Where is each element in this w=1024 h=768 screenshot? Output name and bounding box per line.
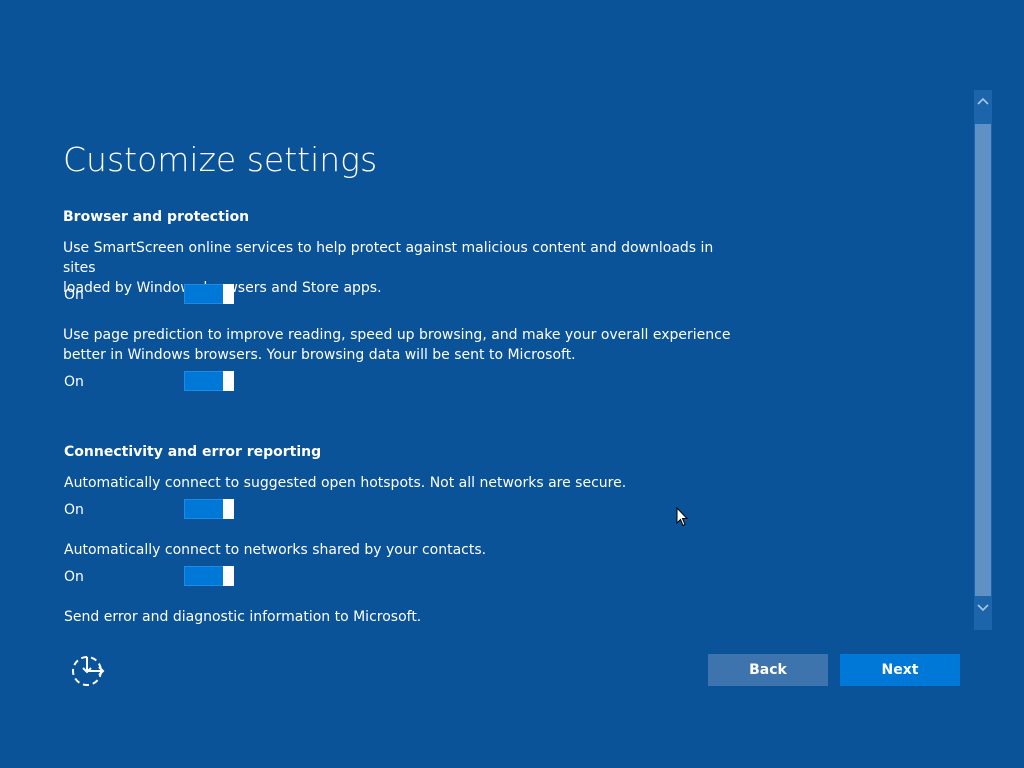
back-button[interactable]: Back <box>708 654 828 686</box>
page-prediction-description-line1: Use page prediction to improve reading, … <box>63 327 731 343</box>
section-heading-connectivity: Connectivity and error reporting <box>64 444 322 460</box>
contacts-networks-state-label: On <box>64 569 84 585</box>
hotspots-state-label: On <box>64 502 84 518</box>
page-prediction-description: Use page prediction to improve reading, … <box>63 325 743 365</box>
hotspots-toggle[interactable] <box>184 499 234 519</box>
smartscreen-description: Use SmartScreen online services to help … <box>63 238 743 298</box>
ease-of-access-icon[interactable] <box>70 654 106 688</box>
toggle-thumb <box>223 566 234 586</box>
hotspots-description-line1: Automatically connect to suggested open … <box>64 475 627 491</box>
contacts-networks-toggle[interactable] <box>184 566 234 586</box>
chevron-up-icon[interactable] <box>974 90 992 112</box>
contacts-networks-description: Automatically connect to networks shared… <box>64 540 744 560</box>
settings-scroll-region: Customize settings Browser and protectio… <box>0 0 1024 630</box>
toggle-thumb <box>223 284 234 304</box>
hotspots-description: Automatically connect to suggested open … <box>64 473 744 493</box>
section-heading-browser-protection: Browser and protection <box>63 209 250 225</box>
toggle-thumb <box>223 371 234 391</box>
mouse-pointer-icon <box>676 506 689 527</box>
smartscreen-description-line1: Use SmartScreen online services to help … <box>63 240 714 276</box>
page-prediction-toggle[interactable] <box>184 371 234 391</box>
page-prediction-description-line2: better in Windows browsers. Your browsin… <box>63 347 576 363</box>
oobe-customize-settings-page: Customize settings Browser and protectio… <box>0 0 1024 768</box>
chevron-down-icon[interactable] <box>974 597 992 619</box>
page-prediction-state-label: On <box>64 374 84 390</box>
toggle-thumb <box>223 499 234 519</box>
scrollbar-thumb[interactable] <box>975 124 991 596</box>
smartscreen-state-label: On <box>64 287 84 303</box>
contacts-networks-description-line1: Automatically connect to networks shared… <box>64 542 487 558</box>
next-button[interactable]: Next <box>840 654 960 686</box>
error-reporting-description-line1: Send error and diagnostic information to… <box>64 609 422 625</box>
vertical-scrollbar[interactable] <box>974 90 992 630</box>
page-title: Customize settings <box>63 140 378 179</box>
smartscreen-description-line2: loaded by Windows browsers and Store app… <box>63 280 382 296</box>
smartscreen-toggle[interactable] <box>184 284 234 304</box>
error-reporting-description: Send error and diagnostic information to… <box>64 607 744 627</box>
